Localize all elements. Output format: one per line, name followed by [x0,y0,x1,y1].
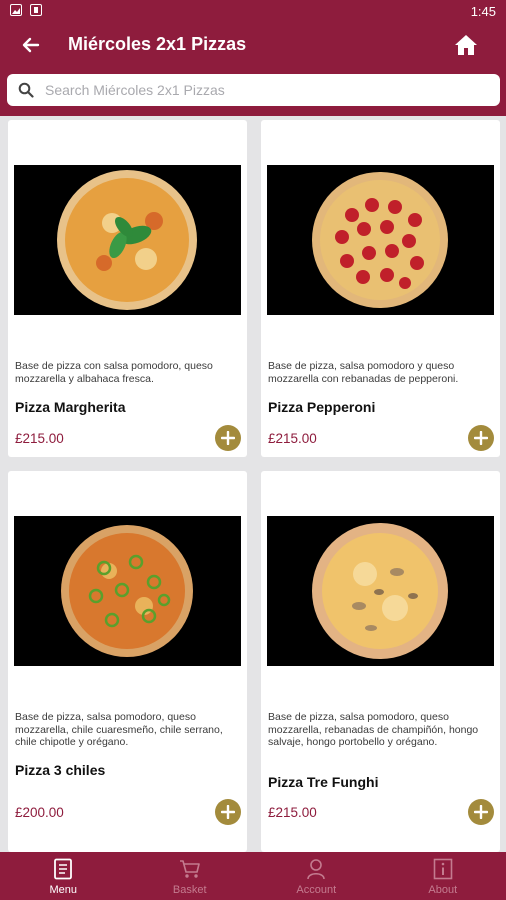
tab-about[interactable]: About [380,852,506,900]
product-grid: Base de pizza con salsa pomodoro, queso … [0,116,506,852]
product-card[interactable]: Base de pizza, salsa pomodoro, queso moz… [8,471,247,852]
arrow-back-icon [22,37,40,53]
plus-icon [474,431,488,445]
product-price: £215.00 [268,805,317,820]
plus-icon [221,805,235,819]
search-input[interactable] [45,82,485,98]
add-to-basket-button[interactable] [215,425,241,451]
back-button[interactable] [18,32,44,58]
product-name: Pizza 3 chiles [15,762,106,778]
product-name: Pizza Pepperoni [268,399,376,415]
product-price: £215.00 [15,431,64,446]
product-card[interactable]: Base de pizza, salsa pomodoro y queso mo… [261,120,500,457]
person-icon [305,858,327,880]
tab-label: Menu [49,884,78,896]
home-button[interactable] [452,31,480,59]
product-description: Base de pizza, salsa pomodoro y queso mo… [268,360,459,385]
product-description: Base de pizza, salsa pomodoro, queso moz… [268,711,479,748]
plus-icon [221,431,235,445]
app-notification-icon [30,4,42,16]
product-card[interactable]: Base de pizza, salsa pomodoro, queso moz… [261,471,500,852]
product-name: Pizza Tre Funghi [268,774,379,790]
tab-label: About [428,884,458,896]
tab-account[interactable]: Account [253,852,380,900]
product-price: £200.00 [15,805,64,820]
menu-book-icon [52,858,74,880]
page-title: Miércoles 2x1 Pizzas [68,34,247,54]
product-card[interactable]: Base de pizza con salsa pomodoro, queso … [8,120,247,457]
add-to-basket-button[interactable] [215,799,241,825]
status-time: 1:45 [470,4,496,19]
tab-label: Basket [172,884,207,896]
product-description: Base de pizza, salsa pomodoro, queso moz… [15,711,223,748]
tab-menu[interactable]: Menu [0,852,127,900]
add-to-basket-button[interactable] [468,425,494,451]
tab-basket[interactable]: Basket [127,852,254,900]
cart-icon [179,858,201,880]
tab-label: Account [296,884,337,896]
product-image [14,165,241,315]
product-image [267,516,494,666]
product-price: £215.00 [268,431,317,446]
plus-icon [474,805,488,819]
image-notification-icon [10,4,22,16]
product-image [14,516,241,666]
info-icon [432,858,454,880]
product-name: Pizza Margherita [15,399,126,415]
search-bar-container [0,68,506,116]
bottom-tab-bar: Menu Basket Account About [0,852,506,900]
status-bar: 1:45 [0,0,506,22]
search-icon [17,81,35,99]
app-bar: Miércoles 2x1 Pizzas [0,22,506,68]
home-icon [455,35,477,55]
product-image [267,165,494,315]
product-description: Base de pizza con salsa pomodoro, queso … [15,360,213,385]
add-to-basket-button[interactable] [468,799,494,825]
search-box[interactable] [7,74,500,106]
